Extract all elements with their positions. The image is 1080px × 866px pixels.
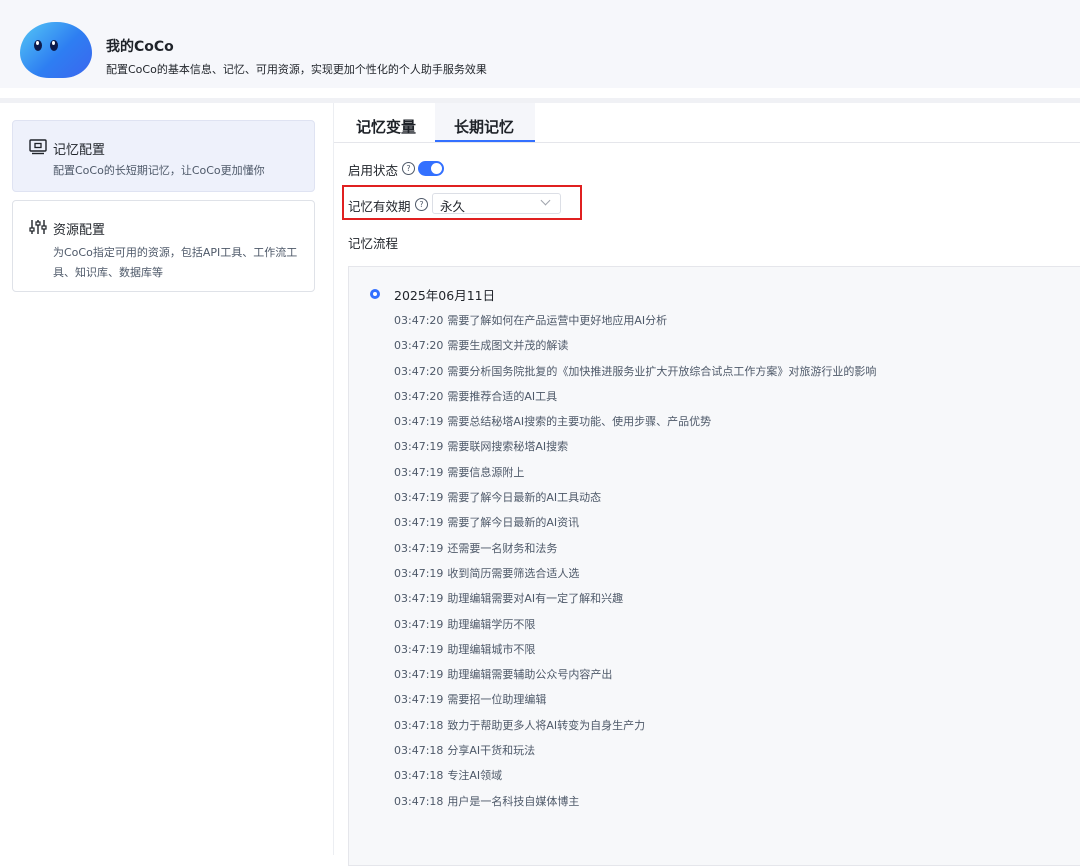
validity-select-value: 永久 [440, 199, 466, 214]
entry-text: 助理编辑城市不限 [447, 642, 536, 656]
entry-time: 03:47:20 [394, 314, 444, 327]
timeline-entry: 03:47:20 需要分析国务院批复的《加快推进服务业扩大开放综合试点工作方案》对… [394, 359, 876, 384]
sidebar-divider [333, 103, 334, 855]
entry-text: 需要了解如何在产品运营中更好地应用AI分析 [447, 314, 668, 327]
entry-text: 助理编辑需要对AI有一定了解和兴趣 [447, 592, 624, 606]
sidebar-item-title: 记忆配置 [53, 143, 106, 158]
entry-time: 03:47:19 [394, 617, 444, 631]
timeline-entry: 03:47:19 需要联网搜索秘塔AI搜索 [394, 434, 876, 459]
chevron-down-icon [540, 195, 551, 206]
entry-text: 需要了解今日最新的AI资讯 [447, 516, 580, 530]
timeline-entry: 03:47:20 需要生成图文并茂的解读 [394, 333, 876, 358]
entry-time: 03:47:18 [394, 794, 444, 808]
timeline-entry: 03:47:19 需要了解今日最新的AI工具动态 [394, 485, 876, 510]
timeline-entry: 03:47:18 专注AI领域 [394, 763, 876, 788]
entry-time: 03:47:19 [394, 668, 444, 682]
entry-time: 03:47:19 [394, 566, 444, 580]
entry-time: 03:47:19 [394, 491, 444, 505]
entry-text: 专注AI领域 [447, 769, 503, 783]
entry-time: 03:47:19 [394, 415, 444, 429]
enable-status-label: 启用状态 [348, 163, 399, 178]
entry-time: 03:47:19 [394, 642, 444, 656]
avatar-eye-left [34, 40, 42, 51]
entry-text: 助理编辑学历不限 [447, 617, 536, 631]
memory-flow-label: 记忆流程 [348, 236, 399, 251]
entry-time: 03:47:20 [394, 389, 444, 403]
tab-long-term-memory[interactable]: 长期记忆 [454, 116, 514, 137]
timeline-dot-icon [370, 289, 380, 299]
help-icon[interactable]: ? [402, 162, 415, 175]
entry-time: 03:47:19 [394, 440, 444, 454]
entry-time: 03:47:19 [394, 465, 444, 479]
timeline-entry: 03:47:19 助理编辑学历不限 [394, 612, 876, 637]
enable-toggle[interactable] [418, 161, 444, 176]
entry-text: 致力于帮助更多人将AI转变为自身生产力 [447, 718, 646, 732]
page-header: 我的CoCo 配置CoCo的基本信息、记忆、可用资源，实现更加个性化的个人助手服… [0, 0, 1080, 88]
memory-config-icon [29, 139, 47, 155]
sidebar-item-desc: 为CoCo指定可用的资源，包括API工具、工作流工具、知识库、数据库等 [53, 246, 298, 279]
timeline-date: 2025年06月11日 [394, 288, 496, 303]
tab-memory-variables[interactable]: 记忆变量 [356, 116, 416, 137]
timeline-entry: 03:47:19 助理编辑需要对AI有一定了解和兴趣 [394, 586, 876, 611]
timeline-entry: 03:47:19 还需要一名财务和法务 [394, 536, 876, 561]
validity-select[interactable]: 永久 [432, 193, 561, 214]
entry-text: 需要招一位助理编辑 [447, 693, 547, 707]
coco-avatar [20, 22, 92, 78]
timeline-entry: 03:47:20 需要了解如何在产品运营中更好地应用AI分析 [394, 308, 876, 333]
entry-time: 03:47:18 [394, 769, 444, 783]
sliders-icon [29, 220, 47, 234]
timeline-entry: 03:47:20 需要推荐合适的AI工具 [394, 384, 876, 409]
entry-time: 03:47:18 [394, 744, 444, 758]
sidebar-item-title: 资源配置 [53, 223, 106, 238]
entry-time: 03:47:20 [394, 339, 444, 353]
entry-time: 03:47:18 [394, 718, 444, 732]
sidebar-item-desc: 配置CoCo的长短期记忆，让CoCo更加懂你 [53, 164, 265, 177]
timeline-entry: 03:47:19 需要总结秘塔AI搜索的主要功能、使用步骤、产品优势 [394, 409, 876, 434]
header-divider [0, 98, 1080, 103]
entry-text: 需要总结秘塔AI搜索的主要功能、使用步骤、产品优势 [447, 415, 712, 429]
timeline-entry: 03:47:19 需要信息源附上 [394, 460, 876, 485]
page-subtitle: 配置CoCo的基本信息、记忆、可用资源，实现更加个性化的个人助手服务效果 [106, 63, 487, 76]
timeline-entry: 03:47:18 用户是一名科技自媒体博主 [394, 789, 876, 814]
entry-time: 03:47:19 [394, 541, 444, 555]
entry-text: 助理编辑需要辅助公众号内容产出 [447, 668, 613, 682]
timeline-entry: 03:47:18 致力于帮助更多人将AI转变为自身生产力 [394, 713, 876, 738]
entry-text: 需要信息源附上 [447, 465, 525, 479]
avatar-eye-right [50, 40, 58, 51]
entry-text: 收到简历需要筛选合适人选 [447, 566, 580, 580]
timeline-entry: 03:47:19 需要了解今日最新的AI资讯 [394, 510, 876, 535]
entry-time: 03:47:20 [394, 364, 444, 378]
sidebar-item-resource-config[interactable]: 资源配置 为CoCo指定可用的资源，包括API工具、工作流工具、知识库、数据库等 [12, 200, 315, 292]
timeline-entry: 03:47:19 助理编辑城市不限 [394, 637, 876, 662]
entry-text: 需要联网搜索秘塔AI搜索 [447, 440, 569, 454]
tab-bar-divider [334, 142, 1080, 143]
timeline-entry: 03:47:19 需要招一位助理编辑 [394, 687, 876, 712]
entry-text: 需要生成图文并茂的解读 [447, 339, 569, 353]
timeline-entry: 03:47:19 助理编辑需要辅助公众号内容产出 [394, 662, 876, 687]
entry-text: 用户是一名科技自媒体博主 [447, 794, 580, 808]
entry-text: 需要分析国务院批复的《加快推进服务业扩大开放综合试点工作方案》对旅游行业的影响 [447, 364, 877, 378]
timeline-entries: 03:47:20 需要了解如何在产品运营中更好地应用AI分析 03:47:20 需要生… [394, 308, 876, 814]
entry-time: 03:47:19 [394, 592, 444, 606]
entry-text: 分享AI干货和玩法 [447, 744, 536, 758]
timeline-entry: 03:47:19 收到简历需要筛选合适人选 [394, 561, 876, 586]
timeline-entry: 03:47:18 分享AI干货和玩法 [394, 738, 876, 763]
entry-time: 03:47:19 [394, 693, 444, 707]
entry-text: 需要了解今日最新的AI工具动态 [447, 491, 602, 505]
help-icon[interactable]: ? [415, 198, 428, 211]
validity-label: 记忆有效期 [348, 199, 411, 214]
page-title: 我的CoCo [106, 39, 174, 55]
entry-text: 还需要一名财务和法务 [447, 541, 558, 555]
sidebar-item-memory-config[interactable]: 记忆配置 配置CoCo的长短期记忆，让CoCo更加懂你 [12, 120, 315, 192]
entry-time: 03:47:19 [394, 516, 444, 530]
entry-text: 需要推荐合适的AI工具 [447, 389, 558, 403]
